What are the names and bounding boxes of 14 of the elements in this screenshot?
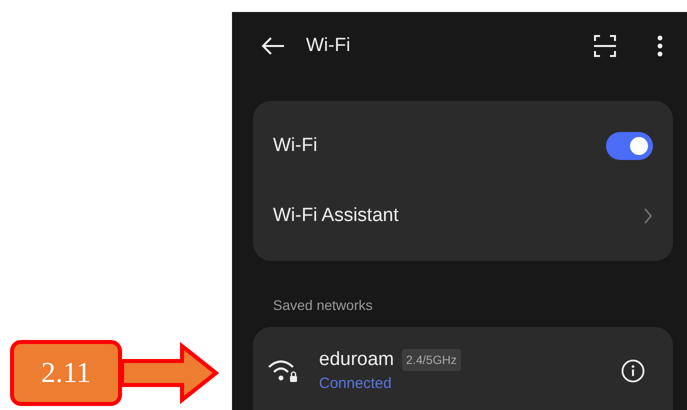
setting-label: Wi-Fi bbox=[273, 135, 318, 157]
annotation-label: 2.11 bbox=[10, 340, 122, 406]
network-status: Connected bbox=[319, 375, 393, 392]
wifi-toggle[interactable] bbox=[606, 132, 653, 160]
band-tag: 2.4/5GHz bbox=[402, 349, 461, 371]
chevron-icon[interactable] bbox=[643, 207, 653, 225]
network-name: eduroam bbox=[319, 349, 394, 371]
info-icon[interactable] bbox=[621, 358, 645, 382]
more-icon[interactable] bbox=[657, 35, 663, 57]
section-heading: Saved networks bbox=[273, 297, 374, 313]
scan-icon[interactable] bbox=[593, 34, 617, 58]
back-icon[interactable] bbox=[260, 36, 286, 56]
screen-title: Wi-Fi bbox=[306, 35, 352, 57]
setting-label: Wi-Fi Assistant bbox=[273, 205, 400, 227]
